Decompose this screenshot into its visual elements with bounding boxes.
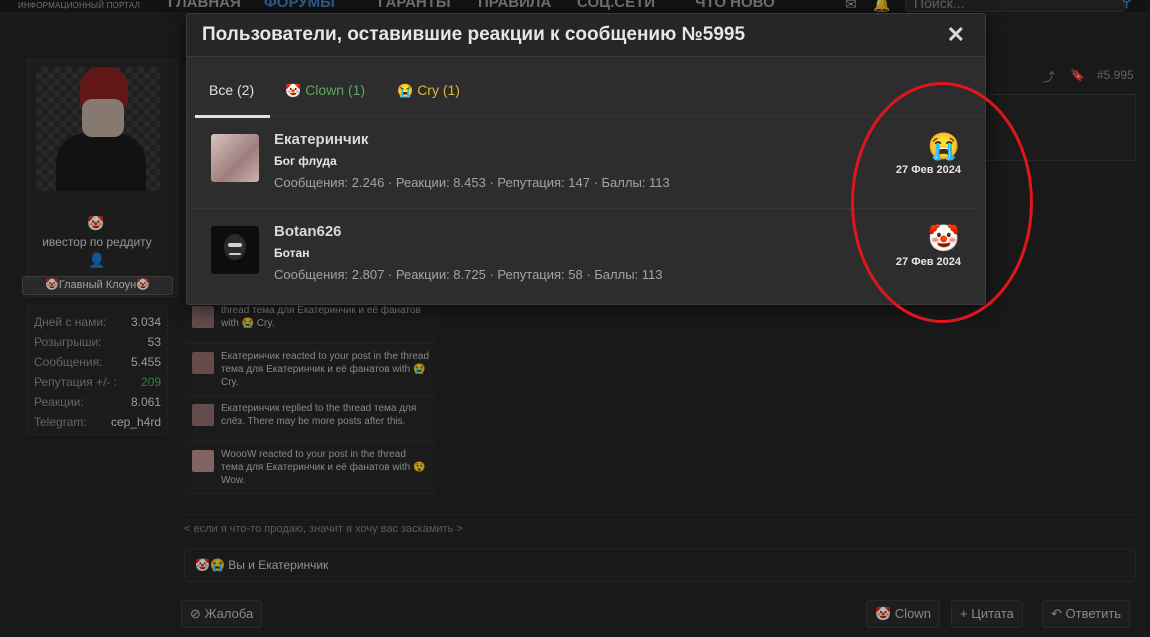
reactor-name[interactable]: Botan626 (274, 223, 342, 240)
modal-header: Пользователи, оставившие реакции к сообщ… (187, 14, 985, 57)
reactor-name[interactable]: Екатеринчик (274, 131, 368, 148)
reaction-tabs: Все (2) 🤡 Clown (1) 😭 Cry (1) (187, 57, 985, 118)
avatar[interactable] (211, 226, 259, 274)
tab-all[interactable]: Все (2) (209, 82, 254, 98)
reactor-stats: Сообщения: 2.807 · Реакции: 8.725 · Репу… (274, 267, 663, 282)
close-icon[interactable]: ✕ (947, 22, 965, 48)
reactor-title: Бог флуда (274, 154, 337, 168)
tab-clown[interactable]: 🤡 Clown (1) (285, 82, 365, 99)
modal-title: Пользователи, оставившие реакции к сообщ… (202, 24, 746, 45)
cry-icon: 😭 (397, 83, 414, 98)
reactor-stats: Сообщения: 2.246 · Реакции: 8.453 · Репу… (274, 175, 670, 190)
reactor-title: Ботан (274, 246, 310, 260)
avatar[interactable] (211, 134, 259, 182)
clown-icon: 🤡 (285, 83, 302, 98)
tab-cry[interactable]: 😭 Cry (1) (397, 82, 460, 99)
annotation-ellipse (851, 82, 1033, 323)
